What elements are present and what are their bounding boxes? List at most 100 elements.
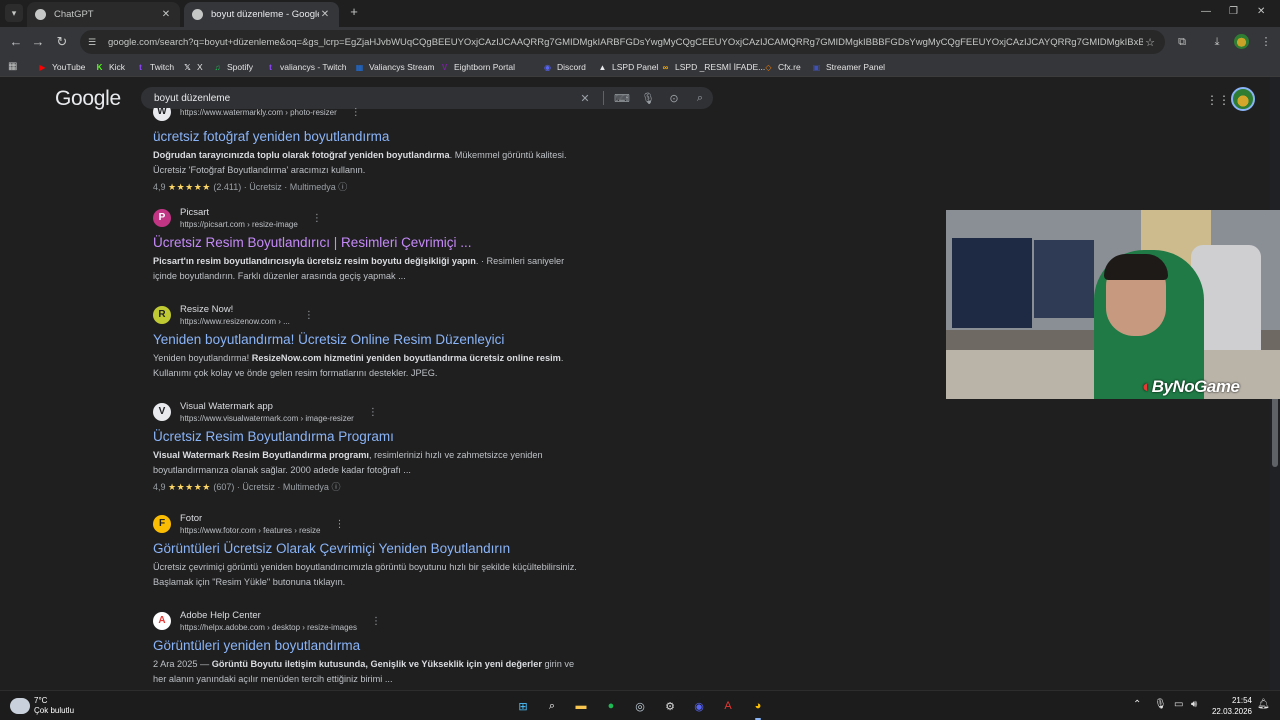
close-tab-icon[interactable]: ✕ bbox=[319, 9, 331, 20]
bookmark-item[interactable]: ◇ Cfx.re bbox=[764, 60, 801, 74]
keyboard-icon[interactable]: ⌨ bbox=[609, 92, 635, 105]
more-options-icon[interactable]: ⋮ bbox=[371, 616, 381, 627]
snippet-text: Ücretsiz 'Fotoğraf Boyutlandırma' aracım… bbox=[153, 165, 366, 175]
bookmark-item[interactable]: ▦ Valiancys Stream bbox=[355, 60, 435, 74]
lens-icon[interactable]: ⊙ bbox=[661, 92, 687, 105]
more-options-icon[interactable]: ⋮ bbox=[351, 108, 361, 118]
result-source[interactable]: W https://www.watermarkly.com › photo-re… bbox=[153, 108, 598, 124]
tab-title: boyut düzenleme - Google'da A bbox=[211, 9, 319, 20]
profile-avatar[interactable] bbox=[1234, 34, 1249, 49]
bookmark-item[interactable]: V Eightborn Portal bbox=[440, 60, 515, 74]
back-button[interactable]: ← bbox=[8, 34, 24, 50]
result-item: F Fotor https://www.fotor.com › features… bbox=[153, 512, 598, 590]
tray-overflow-icon[interactable]: ⌃ bbox=[1133, 699, 1141, 710]
minimize-icon[interactable]: — bbox=[1201, 6, 1211, 17]
bookmark-item[interactable]: ∞ LSPD _RESMİ İFADE... bbox=[661, 60, 766, 74]
temperature: 7°C bbox=[34, 696, 48, 705]
webcam-overlay: ◐ByNoGame bbox=[946, 210, 1280, 399]
spotify-icon[interactable]: ● bbox=[601, 696, 621, 716]
apps-grid-icon[interactable]: ▦ bbox=[8, 61, 19, 72]
downloads-icon[interactable]: ⤓ bbox=[1210, 35, 1224, 49]
result-snippet: Visual Watermark Resim Boyutlandırma pro… bbox=[153, 448, 598, 478]
tab-chatgpt[interactable]: ChatGPT ✕ bbox=[27, 2, 180, 27]
more-options-icon[interactable]: ⋮ bbox=[368, 407, 378, 418]
result-url: https://picsart.com › resize-image bbox=[180, 219, 298, 229]
bookmark-label: Valiancys Stream bbox=[369, 62, 435, 72]
weather-widget[interactable]: 7°C Çok bulutlu bbox=[10, 696, 74, 716]
info-icon[interactable]: ⓘ bbox=[331, 482, 340, 492]
result-source[interactable]: V Visual Watermark app https://www.visua… bbox=[153, 400, 598, 424]
result-snippet: Doğrudan tarayıcınızda toplu olarak foto… bbox=[153, 148, 598, 178]
tab-google-search[interactable]: boyut düzenleme - Google'da A ✕ bbox=[184, 2, 339, 27]
reload-button[interactable]: ↻ bbox=[54, 34, 70, 50]
result-site-name: Fotor bbox=[180, 512, 203, 524]
search-icon[interactable]: ⌕ bbox=[687, 92, 713, 105]
browser-toolbar: ← → ↻ ☰ google.com/search?q=boyut+düzenl… bbox=[0, 27, 1280, 57]
more-options-icon[interactable]: ⋮ bbox=[335, 519, 345, 530]
restore-icon[interactable]: ❐ bbox=[1229, 6, 1238, 17]
bookmark-label: Cfx.re bbox=[778, 62, 801, 72]
bookmark-star-icon[interactable]: ☆ bbox=[1143, 36, 1157, 49]
result-title[interactable]: Yeniden boyutlandırma! Ücretsiz Online R… bbox=[153, 331, 598, 349]
system-clock[interactable]: 21:54 22.03.2026 bbox=[1208, 695, 1252, 717]
bookmark-item[interactable]: ▶ YouTube bbox=[38, 60, 85, 74]
result-title[interactable]: ücretsiz fotoğraf yeniden boyutlandırma bbox=[153, 128, 598, 146]
price-label: Ücretsiz bbox=[242, 482, 275, 492]
start-icon[interactable]: ⊞ bbox=[513, 696, 533, 716]
close-window-icon[interactable]: ✕ bbox=[1257, 6, 1265, 17]
bookmark-item[interactable]: t Twitch bbox=[136, 60, 174, 74]
search-box[interactable]: boyut düzenleme ✕ ⌨ 🎙︎ ⊙ ⌕ bbox=[141, 87, 713, 109]
result-site-name: Visual Watermark app bbox=[180, 400, 273, 412]
address-bar[interactable]: ☰ google.com/search?q=boyut+düzenleme&oq… bbox=[80, 30, 1165, 54]
bookmark-label: Eightborn Portal bbox=[454, 62, 515, 72]
adobe-icon[interactable]: A bbox=[718, 696, 738, 716]
result-source[interactable]: P Picsart https://picsart.com › resize-i… bbox=[153, 206, 598, 230]
search-input[interactable]: boyut düzenleme bbox=[154, 93, 572, 104]
result-site-name: Picsart bbox=[180, 206, 210, 218]
site-info-icon[interactable]: ☰ bbox=[88, 37, 100, 48]
search-icon[interactable]: ⌕ bbox=[542, 696, 562, 716]
scrollbar-thumb[interactable] bbox=[1272, 392, 1278, 467]
discord-icon[interactable]: ◉ bbox=[689, 696, 709, 716]
more-options-icon[interactable]: ⋮ bbox=[312, 213, 322, 224]
microphone-icon[interactable]: 🎙︎ bbox=[635, 92, 661, 105]
result-title[interactable]: Ücretsiz Resim Boyutlandırma Programı bbox=[153, 428, 598, 446]
gear-app-icon[interactable]: ⚙ bbox=[660, 696, 680, 716]
result-source[interactable]: F Fotor https://www.fotor.com › features… bbox=[153, 512, 598, 536]
clear-icon[interactable]: ✕ bbox=[572, 92, 598, 105]
bookmark-item[interactable]: ◉ Discord bbox=[543, 60, 586, 74]
snippet-text: her alanın yanındaki açılır menüden terc… bbox=[153, 674, 393, 684]
info-icon[interactable]: ⓘ bbox=[338, 182, 347, 192]
bookmark-item[interactable]: ▣ Streamer Panel bbox=[812, 60, 885, 74]
google-apps-icon[interactable]: ⋮⋮ bbox=[1206, 93, 1230, 107]
notification-icon[interactable]: 🔔︎ bbox=[1257, 699, 1270, 710]
result-item: W https://www.watermarkly.com › photo-re… bbox=[153, 108, 598, 194]
result-source[interactable]: A Adobe Help Center https://helpx.adobe.… bbox=[153, 609, 598, 633]
url-text[interactable]: google.com/search?q=boyut+düzenleme&oq=&… bbox=[108, 37, 1143, 48]
result-title[interactable]: Görüntüleri yeniden boyutlandırma bbox=[153, 637, 598, 655]
bookmark-item[interactable]: t valiancys - Twitch bbox=[266, 60, 346, 74]
bookmark-item[interactable]: ▲ LSPD Panel bbox=[598, 60, 659, 74]
microphone-icon[interactable]: 🎙︎ bbox=[1154, 699, 1167, 710]
bookmark-item[interactable]: K Kick bbox=[95, 60, 125, 74]
extensions-icon[interactable]: ⧉ bbox=[1175, 35, 1189, 49]
close-tab-icon[interactable]: ✕ bbox=[160, 9, 172, 20]
bookmark-item[interactable]: 𝕏X bbox=[183, 60, 202, 74]
new-tab-button[interactable]: + bbox=[347, 5, 361, 19]
webcam-poster bbox=[1034, 240, 1094, 318]
result-title[interactable]: Görüntüleri Ücretsiz Olarak Çevrimiçi Ye… bbox=[153, 540, 598, 558]
result-source[interactable]: R Resize Now! https://www.resizenow.com … bbox=[153, 303, 598, 327]
steam-icon[interactable]: ◎ bbox=[630, 696, 650, 716]
tab-search-icon[interactable]: ▾ bbox=[5, 4, 23, 22]
more-options-icon[interactable]: ⋮ bbox=[304, 310, 314, 321]
file-explorer-icon[interactable]: ▬ bbox=[571, 696, 591, 716]
result-snippet: Ücretsiz çevrimiçi görüntü yeniden boyut… bbox=[153, 560, 598, 590]
forward-button[interactable]: → bbox=[30, 34, 46, 50]
rating-stars-icon: ★★★★★ bbox=[168, 182, 211, 192]
network-icon[interactable]: ▭ bbox=[1174, 699, 1183, 710]
menu-icon[interactable]: ⋮ bbox=[1259, 35, 1273, 49]
chrome-icon[interactable]: ◕ bbox=[748, 696, 768, 720]
result-title[interactable]: Ücretsiz Resim Boyutlandırıcı | Resimler… bbox=[153, 234, 598, 252]
volume-icon[interactable]: 🔊︎ bbox=[1191, 699, 1197, 710]
bookmark-item[interactable]: ♫ Spotify bbox=[213, 60, 254, 74]
